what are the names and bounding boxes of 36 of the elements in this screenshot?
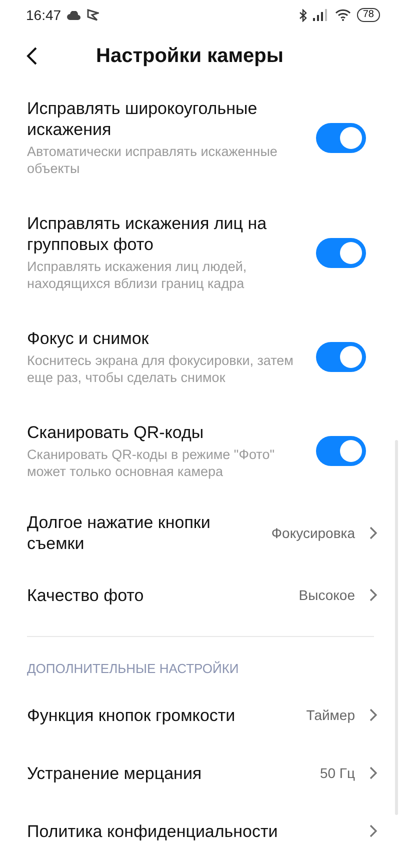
notification-icon (87, 9, 100, 21)
back-icon (26, 46, 38, 66)
setting-description: Автоматически исправлять искаженные объекты (27, 143, 278, 177)
wifi-icon (334, 9, 351, 21)
setting-title: Политика конфиденциальности (27, 820, 279, 842)
cloud-icon (67, 10, 82, 20)
setting-value: 50 Гц (320, 765, 355, 781)
setting-value: Таймер (306, 707, 355, 723)
setting-title: Фокус и снимок (27, 328, 150, 349)
toggle-switch[interactable] (316, 238, 366, 268)
setting-title: Долгое нажатие кнопки съемки (27, 512, 212, 554)
setting-value: Фокусировка (271, 525, 355, 541)
setting-description: Исправлять искажения лиц людей, находящихся вблизи границ кадра (27, 258, 248, 292)
battery-level: 78 (356, 8, 380, 22)
section-header: ДОПОЛНИТЕЛЬНЫЕ НАСТРОЙКИ (27, 661, 239, 676)
toggle-switch[interactable] (316, 122, 366, 152)
chevron-icon (369, 588, 378, 602)
page-title: Настройки камеры (96, 44, 284, 68)
setting-value: Высокое (298, 587, 355, 603)
chevron-icon (369, 766, 378, 780)
setting-description: Коснитесь экрана для фокусировки, затем еще раз, чтобы сделать снимок (27, 352, 294, 386)
setting-title: Устранение мерцания (27, 762, 203, 784)
toggle-switch[interactable] (316, 342, 366, 372)
toggle-switch[interactable] (316, 436, 366, 466)
setting-title: Качество фото (27, 584, 145, 606)
chevron-icon (369, 824, 378, 838)
chevron-icon (369, 526, 378, 540)
setting-title: Исправлять широкоугольные искажения (27, 98, 258, 140)
setting-title: Сканировать QR-коды (27, 422, 205, 443)
chevron-icon (369, 708, 378, 722)
setting-title: Исправлять искажения лиц на групповых фото (27, 213, 268, 255)
setting-description: Сканировать QR-коды в режиме "Фото" может только основная камера (27, 446, 276, 480)
setting-title: Функция кнопок громкости (27, 704, 236, 726)
clock: 16:47 (26, 7, 62, 23)
bluetooth-icon (298, 8, 307, 22)
signal-icon (312, 9, 329, 21)
